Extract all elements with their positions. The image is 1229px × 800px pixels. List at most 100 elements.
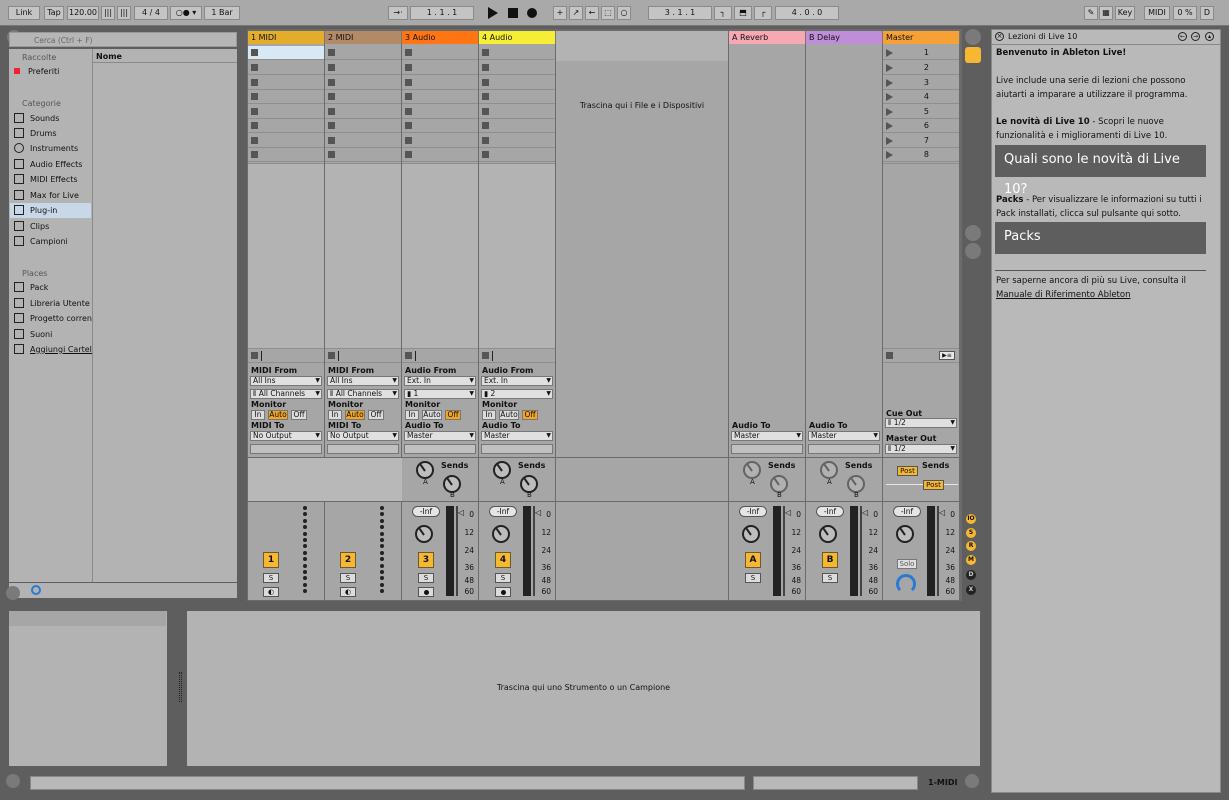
master-pan-knob[interactable] <box>896 525 914 543</box>
track2-to-select[interactable]: No Output <box>327 431 399 441</box>
track4-monitor-off[interactable]: Off <box>522 410 538 420</box>
track1-arm-icon[interactable]: ◐ <box>263 587 279 597</box>
clip-slot[interactable] <box>402 105 478 119</box>
punch-in-icon[interactable]: ┐ <box>714 6 732 20</box>
track2-arm-icon[interactable]: ◐ <box>340 587 356 597</box>
scene-launch-6[interactable]: 6 <box>883 119 959 133</box>
track3-fader[interactable] <box>456 506 458 596</box>
name-column-header[interactable]: Nome <box>93 49 237 63</box>
return-b-activator[interactable]: B <box>822 552 838 568</box>
track3-monitor-in[interactable]: In <box>405 410 419 420</box>
sidebar-item-sounds[interactable]: Sounds <box>14 111 92 126</box>
track1-activator[interactable]: 1 <box>263 552 279 568</box>
master-fader[interactable] <box>937 506 939 596</box>
track1-channel-select[interactable]: ⦀ All Channels <box>250 389 322 399</box>
clip-slot[interactable] <box>479 105 555 119</box>
sidebar-item-plug-in[interactable]: Plug-in <box>10 203 91 218</box>
return-a-activator[interactable]: A <box>745 552 761 568</box>
post-button-a[interactable]: Post <box>897 466 918 476</box>
clip-slot[interactable] <box>325 90 401 104</box>
return-a-to-select[interactable]: Master <box>731 431 803 441</box>
sidebar-item-samples[interactable]: Campioni <box>14 234 92 249</box>
return-b-solo[interactable]: S <box>822 573 838 583</box>
tap-button[interactable]: Tap <box>44 6 64 20</box>
clip-slot[interactable] <box>479 61 555 75</box>
io-toggle-icon[interactable]: IO <box>966 514 976 524</box>
nudge-down-icon[interactable]: ||| <box>101 6 115 20</box>
clip-slot[interactable] <box>402 46 478 60</box>
whats-new-button[interactable]: Quali sono le novità di Live 10? <box>995 145 1206 197</box>
sidebar-item-current-project[interactable]: Progetto corrente <box>14 311 92 326</box>
scene-launch-5[interactable]: 5 <box>883 105 959 119</box>
track1-to-select[interactable]: No Output <box>250 431 322 441</box>
close-icon[interactable]: × <box>995 32 1004 41</box>
return-header-b[interactable]: B Delay <box>806 31 883 44</box>
track2-monitor-off[interactable]: Off <box>368 410 384 420</box>
return-b-volume[interactable]: -Inf <box>816 506 844 517</box>
track3-volume[interactable]: -Inf <box>412 506 440 517</box>
clip-slot[interactable] <box>248 119 324 133</box>
track-header-2[interactable]: 2 MIDI <box>325 31 402 44</box>
capture-icon[interactable]: ⬚ <box>601 6 615 20</box>
track4-send-a-knob[interactable] <box>493 461 511 479</box>
clip-slot[interactable] <box>479 76 555 90</box>
track4-volume[interactable]: -Inf <box>489 506 517 517</box>
clip-slot[interactable] <box>325 105 401 119</box>
track2-activator[interactable]: 2 <box>340 552 356 568</box>
stop-clip-button[interactable] <box>479 349 555 363</box>
stop-clip-button[interactable] <box>325 349 401 363</box>
master-out-select[interactable]: ⦀ 1/2 <box>885 444 957 454</box>
stop-all-clips[interactable]: ▶≡ <box>883 349 959 363</box>
clip-slot[interactable] <box>402 119 478 133</box>
detail-view-toggle-icon[interactable] <box>965 774 979 788</box>
clip-slot[interactable] <box>248 46 324 60</box>
master-solo-button[interactable]: Solo <box>897 559 917 569</box>
track-header-1[interactable]: 1 MIDI <box>248 31 325 44</box>
track4-channel-select[interactable]: ▮ 2 <box>481 389 553 399</box>
table-of-contents-icon[interactable]: ▴ <box>1205 32 1214 41</box>
sidebar-item-drums[interactable]: Drums <box>14 126 92 141</box>
loop-length[interactable]: 4 . 0 . 0 <box>775 6 839 20</box>
returns-toggle-icon[interactable]: R <box>966 541 976 551</box>
packs-button[interactable]: Packs <box>995 222 1206 254</box>
stop-clip-button[interactable] <box>402 349 478 363</box>
cue-out-select[interactable]: ⦀ 1/2 <box>885 418 957 428</box>
clip-slot[interactable] <box>248 76 324 90</box>
track3-channel-select[interactable]: ▮ 1 <box>404 389 476 399</box>
mixer-toggle-icon[interactable]: M <box>966 555 976 565</box>
track4-from-select[interactable]: Ext. In <box>481 376 553 386</box>
return-a-volume[interactable]: -Inf <box>739 506 767 517</box>
computer-keyboard-icon[interactable]: ▦ <box>1099 6 1113 20</box>
device-drop-panel[interactable]: Trascina qui uno Strumento o un Campione <box>187 611 980 766</box>
clip-slot[interactable] <box>248 105 324 119</box>
clip-slot[interactable] <box>402 61 478 75</box>
midi-map-button[interactable]: MIDI <box>1144 6 1170 20</box>
sends-toggle-icon[interactable]: S <box>966 528 976 538</box>
play-icon[interactable] <box>488 7 498 19</box>
scene-launch-2[interactable]: 2 <box>883 61 959 75</box>
sidebar-item-clips[interactable]: Clips <box>14 219 92 234</box>
clip-slot[interactable] <box>402 148 478 162</box>
sidebar-item-sounds-folder[interactable]: Suoni <box>14 327 92 342</box>
scene-launch-8[interactable]: 8 <box>883 148 959 162</box>
track4-monitor-auto[interactable]: Auto <box>499 410 519 420</box>
track2-monitor-auto[interactable]: Auto <box>345 410 365 420</box>
track1-sub-select[interactable] <box>250 444 322 454</box>
track1-monitor-off[interactable]: Off <box>291 410 307 420</box>
info-view-toggle-icon[interactable] <box>6 774 20 788</box>
track3-solo[interactable]: S <box>418 573 434 583</box>
track3-arm-icon[interactable] <box>418 587 434 597</box>
arrangement-toggle-icon[interactable] <box>965 29 981 45</box>
track4-monitor-in[interactable]: In <box>482 410 496 420</box>
track3-from-select[interactable]: Ext. In <box>404 376 476 386</box>
track3-pan-knob[interactable] <box>415 525 433 543</box>
device-view-toggle-icon[interactable] <box>965 243 981 259</box>
track3-monitor-off[interactable]: Off <box>445 410 461 420</box>
clip-slot[interactable] <box>325 148 401 162</box>
track-header-3[interactable]: 3 Audio <box>402 31 479 44</box>
track1-monitor-auto[interactable]: Auto <box>268 410 288 420</box>
clip-slot[interactable] <box>248 61 324 75</box>
sidebar-item-audio-effects[interactable]: Audio Effects <box>14 157 92 172</box>
track2-solo[interactable]: S <box>340 573 356 583</box>
clip-slot[interactable] <box>248 148 324 162</box>
